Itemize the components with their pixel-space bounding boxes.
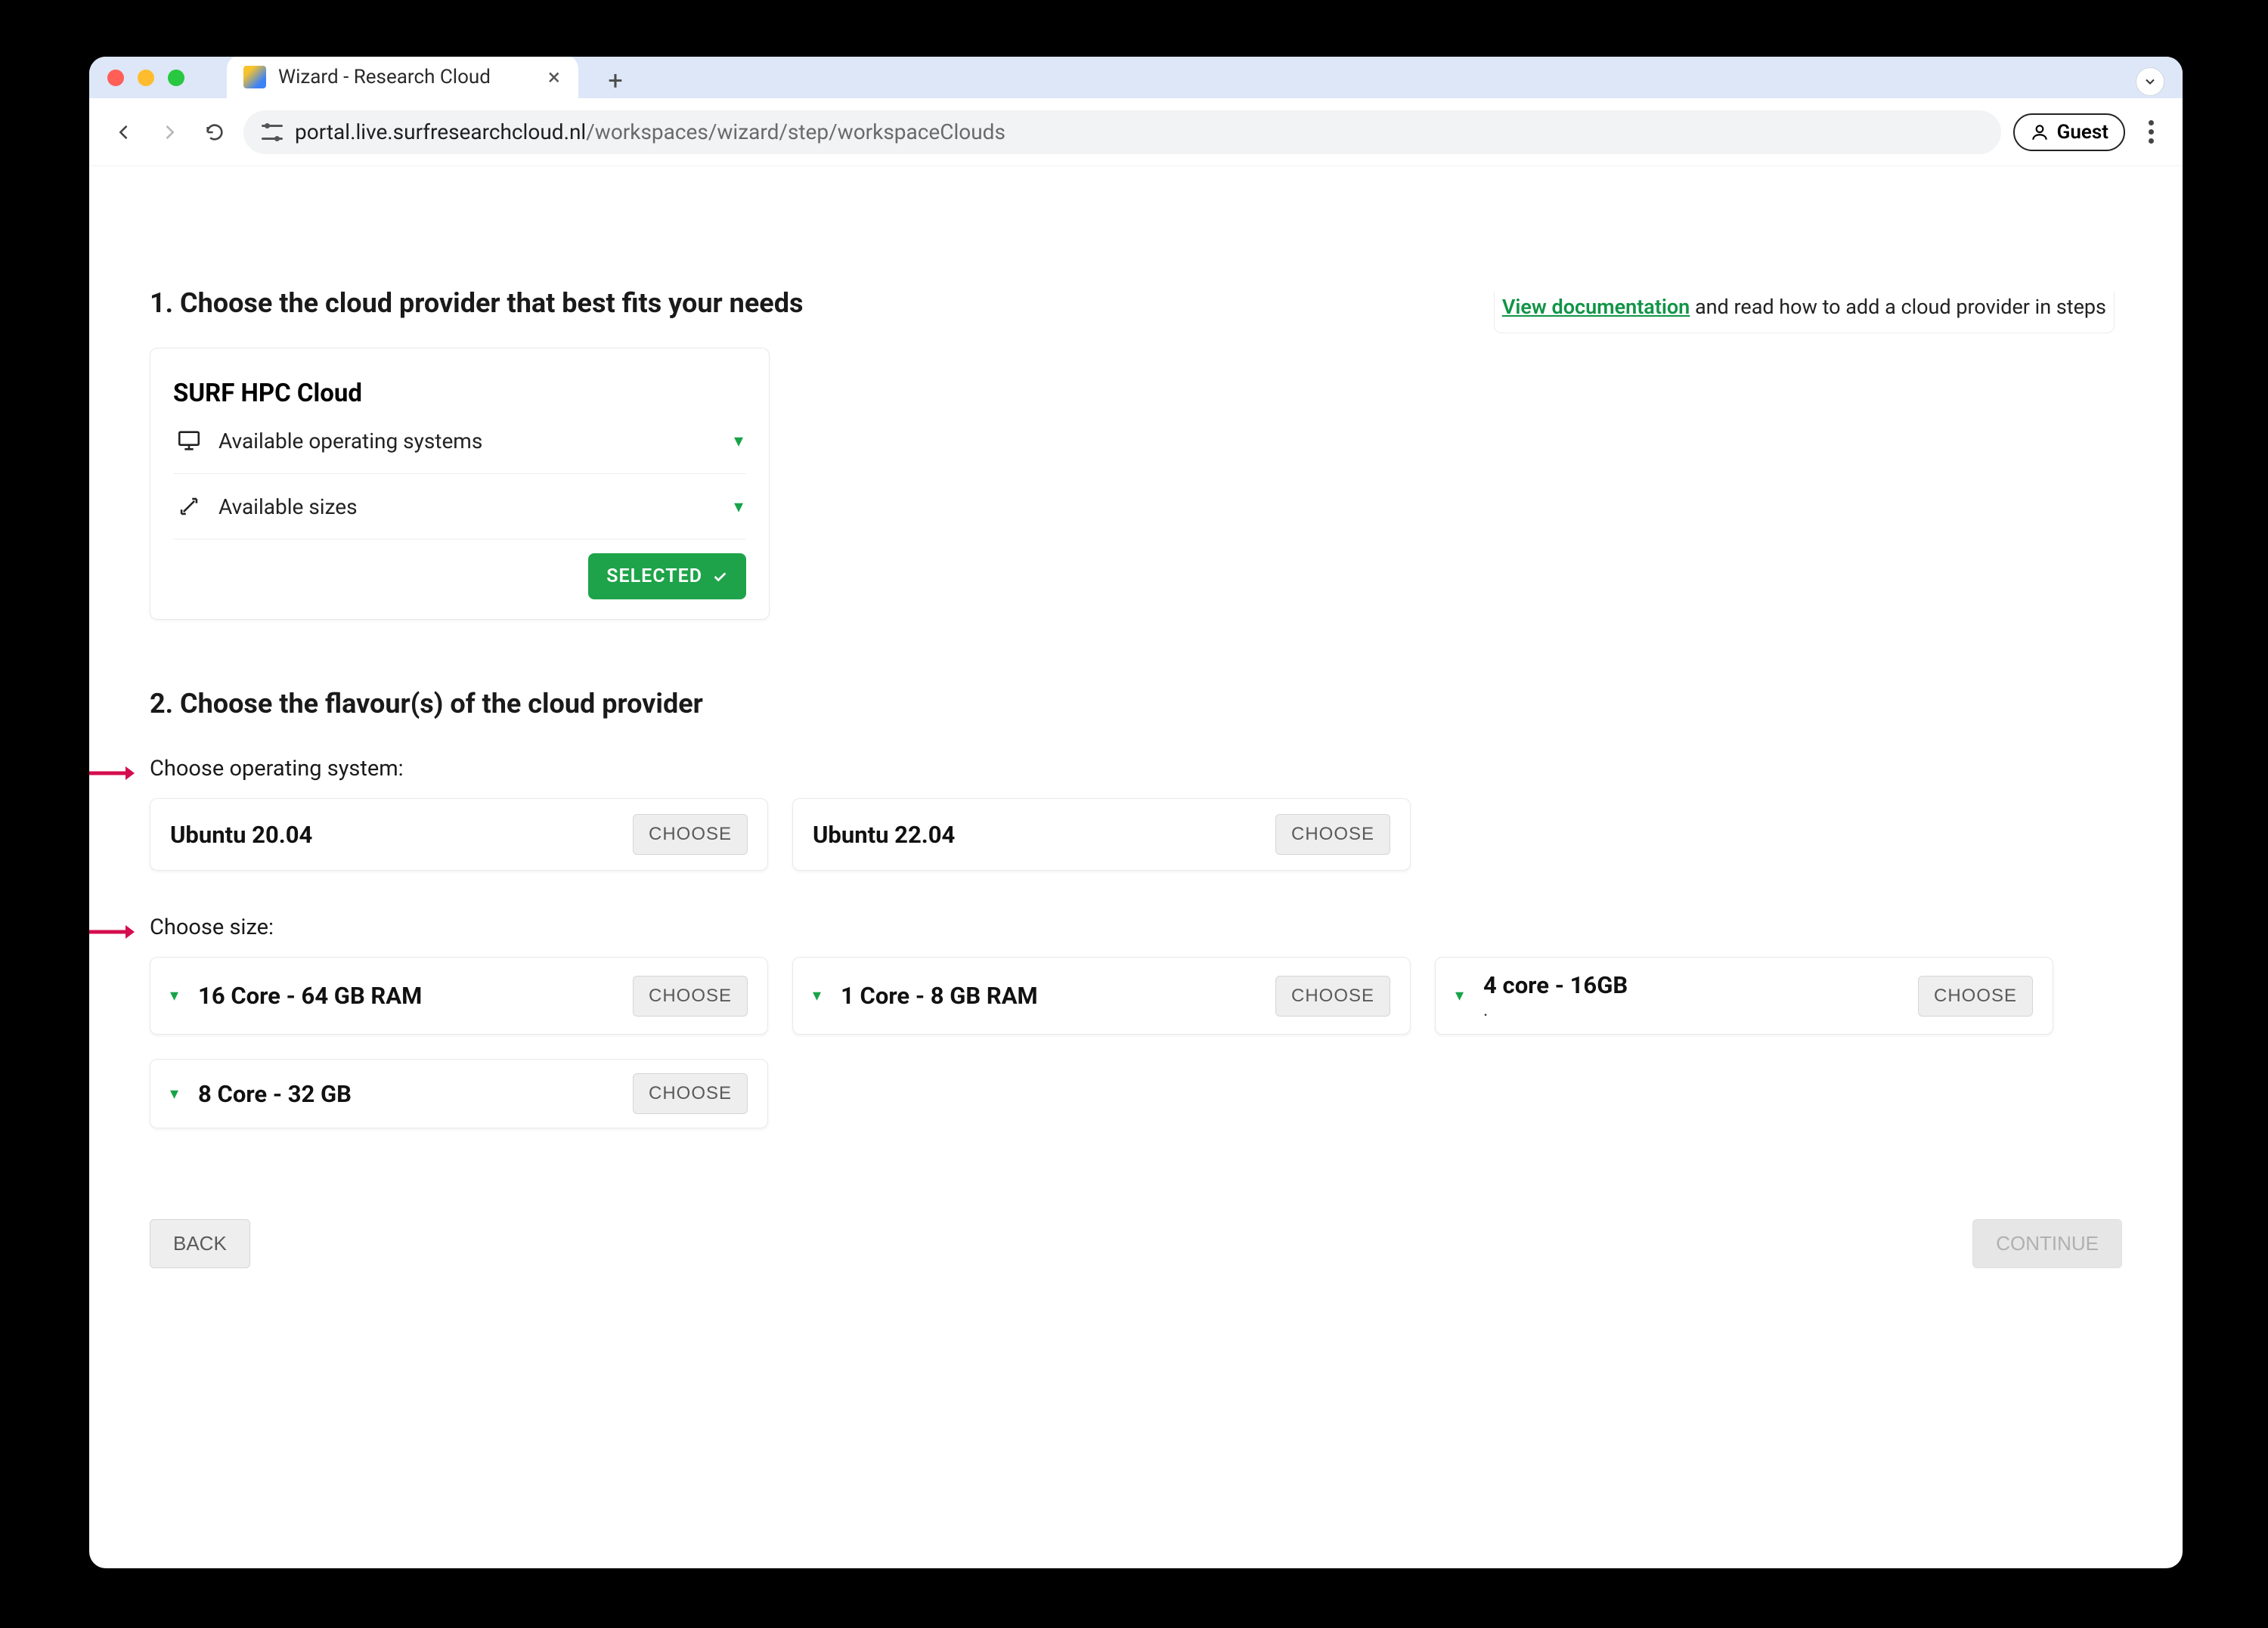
annotation-arrow-icon: [89, 921, 135, 946]
choose-os-subheading: Choose operating system:: [150, 756, 2122, 782]
tab-dropdown-icon[interactable]: [2136, 67, 2164, 96]
wizard-footer: BACK CONTINUE: [150, 1219, 2122, 1268]
choose-button[interactable]: CHOOSE: [633, 814, 748, 855]
choose-button[interactable]: CHOOSE: [1275, 976, 1390, 1017]
documentation-banner: View documentation and read how to add a…: [1494, 292, 2115, 333]
nav-back-button[interactable]: [107, 116, 141, 149]
choose-button[interactable]: CHOOSE: [1275, 814, 1390, 855]
selected-label: SELECTED: [606, 565, 702, 587]
chevron-down-icon[interactable]: ▾: [170, 1085, 178, 1103]
chevron-down-icon[interactable]: ▾: [170, 986, 178, 1005]
choose-size-subheading: Choose size:: [150, 915, 2122, 940]
check-icon: [711, 568, 728, 585]
chevron-down-icon: ▾: [734, 496, 743, 517]
size-option-label: 8 Core - 32 GB: [198, 1080, 352, 1108]
tab-close-icon[interactable]: ×: [548, 64, 560, 91]
monitor-icon: [176, 428, 202, 453]
page-content: View documentation and read how to add a…: [89, 287, 2183, 1568]
site-settings-icon[interactable]: [262, 125, 283, 140]
expand-os-label: Available operating systems: [218, 429, 482, 453]
size-option-label: 4 core - 16GB .: [1483, 971, 1628, 1020]
close-window-icon[interactable]: [107, 70, 124, 86]
profile-chip[interactable]: Guest: [2013, 113, 2125, 151]
minimize-window-icon[interactable]: [138, 70, 154, 86]
size-option-card: ▾ 16 Core - 64 GB RAM CHOOSE: [150, 957, 768, 1035]
size-option-label: 16 Core - 64 GB RAM: [198, 982, 422, 1010]
nav-forward-button[interactable]: [153, 116, 186, 149]
expand-sizes[interactable]: Available sizes ▾: [173, 474, 746, 540]
tab-title: Wizard - Research Cloud: [278, 66, 491, 88]
selected-badge: SELECTED: [588, 553, 746, 599]
profile-label: Guest: [2057, 121, 2108, 144]
expand-sizes-label: Available sizes: [218, 494, 358, 519]
expand-operating-systems[interactable]: Available operating systems ▾: [173, 408, 746, 474]
chevron-down-icon[interactable]: ▾: [1455, 986, 1464, 1005]
chevron-down-icon: ▾: [734, 430, 743, 451]
window-controls: [107, 70, 184, 86]
choose-button[interactable]: CHOOSE: [633, 976, 748, 1017]
chevron-down-icon[interactable]: ▾: [813, 986, 821, 1005]
size-option-label: 1 Core - 8 GB RAM: [841, 982, 1038, 1010]
url-path: /workspaces/wizard/step/workspaceClouds: [586, 119, 1005, 144]
browser-tab[interactable]: Wizard - Research Cloud ×: [227, 57, 578, 99]
annotation-arrow-icon: [89, 762, 135, 788]
choose-button[interactable]: CHOOSE: [633, 1073, 748, 1114]
size-option-card: ▾ 1 Core - 8 GB RAM CHOOSE: [792, 957, 1411, 1035]
url-field[interactable]: portal.live.surfresearchcloud.nl/workspa…: [243, 110, 2001, 154]
os-options-row: Ubuntu 20.04 CHOOSE Ubuntu 22.04 CHOOSE: [150, 798, 2122, 871]
os-option-card: Ubuntu 20.04 CHOOSE: [150, 798, 768, 871]
view-documentation-link[interactable]: View documentation: [1502, 295, 1690, 319]
browser-window: Wizard - Research Cloud × + portal.live.…: [89, 57, 2183, 1568]
size-options-row: ▾ 16 Core - 64 GB RAM CHOOSE ▾ 1 Core - …: [150, 957, 2122, 1128]
banner-text: and read how to add a cloud provider in …: [1690, 295, 2106, 319]
browser-menu-icon[interactable]: [2137, 120, 2164, 144]
provider-name: SURF HPC Cloud: [173, 379, 746, 408]
choose-button[interactable]: CHOOSE: [1918, 976, 2033, 1017]
url-host: portal.live.surfresearchcloud.nl: [295, 119, 586, 144]
new-tab-button[interactable]: +: [602, 67, 629, 94]
resize-icon: [176, 494, 202, 519]
continue-button: CONTINUE: [1972, 1219, 2122, 1268]
size-option-card: ▾ 4 core - 16GB . CHOOSE: [1435, 957, 2053, 1035]
fullscreen-window-icon[interactable]: [168, 70, 184, 86]
address-bar: portal.live.surfresearchcloud.nl/workspa…: [89, 98, 2183, 166]
size-option-card: ▾ 8 Core - 32 GB CHOOSE: [150, 1059, 768, 1128]
back-button[interactable]: BACK: [150, 1219, 250, 1268]
os-option-label: Ubuntu 20.04: [170, 821, 312, 849]
os-option-card: Ubuntu 22.04 CHOOSE: [792, 798, 1411, 871]
titlebar: Wizard - Research Cloud × +: [89, 57, 2183, 98]
os-option-label: Ubuntu 22.04: [813, 821, 955, 849]
section-2-heading: 2. Choose the flavour(s) of the cloud pr…: [150, 688, 2122, 720]
provider-card: SURF HPC Cloud Available operating syste…: [150, 348, 770, 620]
reload-button[interactable]: [198, 116, 231, 149]
tab-favicon: [243, 66, 266, 88]
